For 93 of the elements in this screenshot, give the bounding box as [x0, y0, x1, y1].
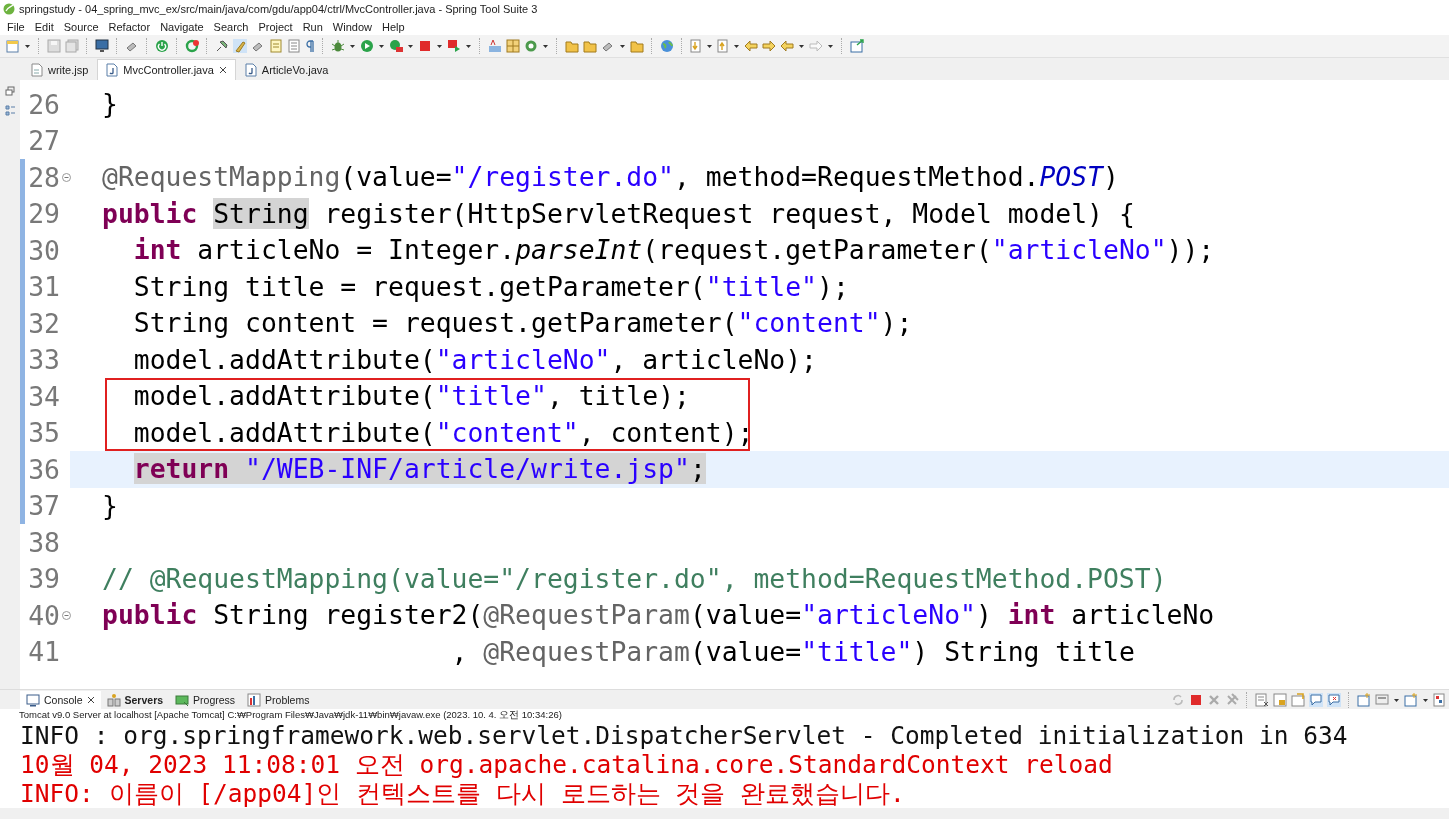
line-number: 34 — [27, 380, 60, 412]
menu-item[interactable]: Search — [208, 20, 254, 33]
menu-item[interactable]: Source — [58, 20, 104, 33]
menu-item[interactable]: Run — [297, 20, 328, 33]
line-number: 37 — [27, 490, 60, 522]
line-number: 32 — [27, 307, 60, 339]
cross-all-icon[interactable] — [1225, 693, 1239, 707]
view-tab[interactable]: Progress — [169, 691, 242, 709]
menu-item[interactable]: File — [2, 20, 30, 33]
palette-icon[interactable] — [1433, 693, 1445, 707]
arrow-left-icon[interactable] — [744, 40, 758, 52]
process-description: Tomcat v9.0 Server at localhost [Apache Tomcat] C:₩Program Files₩Java₩jdk-11₩bin₩javaw.exe (2023. 10. 4. 오전 10:34:26) — [18, 709, 563, 721]
progress-icon[interactable] — [175, 693, 190, 707]
window-title: springstudy - 04_spring_mvc_ex/src/main/java/com/gdu/app04/ctrl/MvcController.java - Spring Tool Suite 3 — [19, 3, 538, 15]
restore-icon[interactable] — [5, 86, 15, 96]
folder-icon[interactable] — [583, 39, 597, 53]
outline-icon[interactable] — [4, 104, 16, 118]
monitor-icon[interactable] — [95, 39, 109, 53]
collapse-icon[interactable] — [61, 172, 71, 182]
code-line: model.addAttribute("articleNo", articleNo); — [132, 342, 817, 377]
line-number: 41 — [27, 636, 60, 668]
power-icon[interactable] — [155, 39, 169, 53]
code-line: } — [102, 488, 118, 523]
view-tab[interactable]: Servers — [100, 691, 170, 709]
brush-icon[interactable] — [233, 39, 247, 53]
stderr-icon[interactable] — [1327, 693, 1341, 707]
stop-icon[interactable] — [1189, 693, 1203, 707]
line-number: 39 — [27, 563, 60, 595]
code-line: , @RequestParam(value="title") String title — [450, 634, 1135, 669]
menu-item[interactable]: Refactor — [103, 20, 156, 33]
view-tab[interactable]: Console — [20, 691, 101, 709]
editor-tab[interactable]: write.jsp — [22, 59, 98, 80]
app-logo-icon — [3, 3, 15, 15]
globe-icon[interactable] — [660, 39, 674, 53]
code-line: // @RequestMapping(value="/register.do", method=RequestMethod.POST) — [102, 561, 1167, 596]
line-number: 38 — [27, 526, 60, 558]
console-icon[interactable] — [26, 693, 40, 707]
text-abc-icon[interactable] — [488, 39, 502, 53]
editor-tab[interactable]: MvcController.java — [97, 59, 236, 80]
console-line: 10월 04, 2023 11:08:01 오전 org.apache.catalina.core.StandardContext reload — [19, 750, 1114, 779]
code-line: return "/WEB-INF/article/write.jsp"; — [132, 452, 706, 486]
line-number: 35 — [27, 417, 60, 449]
servers-icon[interactable] — [106, 693, 121, 707]
stdout-icon[interactable] — [1309, 693, 1323, 707]
java-icon[interactable] — [244, 63, 257, 77]
line-number: 27 — [27, 125, 60, 157]
close-icon[interactable] — [86, 696, 95, 704]
console-line: INFO : org.springframework.web.servlet.DispatcherServlet - Completed initialization in 634 — [19, 721, 1349, 750]
line-number: 31 — [27, 271, 60, 303]
close-icon[interactable] — [218, 66, 227, 74]
menu-item[interactable]: Edit — [29, 20, 59, 33]
stop-run-icon[interactable] — [447, 39, 461, 53]
line-number: 33 — [27, 344, 60, 376]
view-tab[interactable]: Problems — [241, 691, 316, 709]
clear-icon[interactable] — [1255, 693, 1269, 707]
menu-item[interactable]: Window — [327, 20, 377, 33]
menu-item[interactable]: Help — [377, 20, 410, 33]
new-console-icon[interactable] — [1357, 693, 1371, 707]
menu-item[interactable]: Navigate — [155, 20, 209, 33]
cross-icon[interactable] — [1207, 693, 1221, 707]
arrow-left-icon[interactable] — [780, 40, 794, 52]
java-icon[interactable] — [106, 63, 119, 77]
code-line: int articleNo = Integer.parseInt(request.getParameter("articleNo")); — [132, 233, 1215, 267]
refresh-icon[interactable] — [185, 39, 199, 53]
code-line: } — [102, 87, 118, 121]
line-number: 28 — [27, 161, 60, 193]
code-line: String content = request.getParameter("content"); — [132, 306, 913, 340]
jsp-icon[interactable] — [31, 63, 43, 77]
line-number: 36 — [27, 453, 60, 485]
line-number: 30 — [27, 234, 60, 266]
folder-icon[interactable] — [565, 39, 579, 53]
line-number: 29 — [27, 198, 60, 230]
code-line: public String register(HttpServletRequest request, Model model) { — [102, 196, 1135, 231]
code-line: model.addAttribute("title", title); — [132, 379, 690, 413]
line-number: 40 — [27, 599, 60, 631]
pilcrow-icon[interactable] — [305, 39, 315, 53]
code-line: public String register2(@RequestParam(value="articleNo") int articleNo — [102, 598, 1215, 632]
stop-icon[interactable] — [418, 39, 432, 53]
bug-icon[interactable] — [331, 39, 345, 53]
editor-tab[interactable]: ArticleVo.java — [235, 59, 338, 80]
grid-icon[interactable] — [506, 39, 520, 53]
problems-icon[interactable] — [247, 693, 262, 707]
run-tool-icon[interactable] — [389, 39, 403, 53]
doc-lines-icon[interactable] — [287, 39, 301, 53]
console-line: INFO: 이름이 [/app04]인 컨텍스트를 다시 로드하는 것을 완료했습니다. — [19, 779, 906, 808]
collapse-icon[interactable] — [61, 610, 71, 620]
line-number: 26 — [27, 88, 60, 120]
arrow-right-icon[interactable] — [762, 40, 776, 52]
code-line: model.addAttribute("content", content); — [132, 415, 754, 450]
code-line: @RequestMapping(value="/register.do", method=RequestMethod.POST) — [102, 160, 1119, 194]
open-window-icon[interactable] — [850, 39, 864, 53]
menu-item[interactable]: Project — [253, 20, 298, 33]
code-line: String title = request.getParameter("title"); — [132, 269, 849, 304]
